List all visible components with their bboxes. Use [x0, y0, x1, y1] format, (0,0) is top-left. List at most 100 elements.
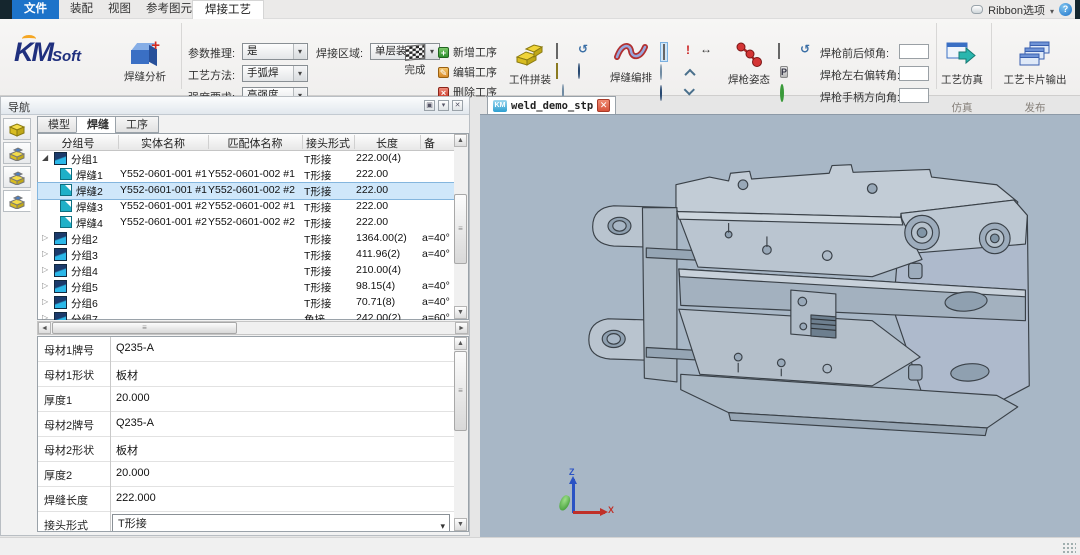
tree-hscroll-thumb[interactable] [52, 322, 237, 334]
prop-row[interactable]: 母材1牌号 Q235-A [38, 337, 454, 362]
collapse-ribbon-icon[interactable] [971, 5, 983, 14]
weld-table: 分组号 实体名称 匹配体名称 接头形式 长度 备 分组1 T形接 222.00(… [37, 133, 469, 320]
expander-icon[interactable] [42, 281, 48, 290]
param-method-combo[interactable]: 手弧焊 [242, 65, 308, 82]
edit-icon: ✎ [438, 67, 449, 78]
warning-icon[interactable]: ! [686, 43, 690, 57]
prop-row[interactable]: 母材2形状 板材 [38, 437, 454, 462]
panel-close-icon[interactable]: ✕ [452, 100, 463, 111]
expander-icon[interactable] [42, 265, 48, 274]
workpiece-assembly-button[interactable]: 工件拼装 [503, 41, 557, 87]
strip-part3-button[interactable] [3, 190, 31, 212]
table-row-weld4[interactable]: 焊缝4 Y552-0601-001 #2 Y552-0601-002 #2 T形… [38, 215, 454, 231]
window-frame-right [1075, 0, 1080, 19]
card-output-icon [1018, 41, 1052, 67]
card-output-button[interactable]: 工艺卡片输出 [996, 41, 1074, 87]
plan-undo-icon[interactable]: ↺ [578, 42, 588, 56]
ribbon-options-dropdown-icon[interactable] [1050, 3, 1054, 17]
scroll-down-icon[interactable] [454, 518, 467, 531]
table-row-group3[interactable]: 分组3 T形接 411.96(2) a=40° [38, 247, 454, 263]
torch-flag-icon[interactable] [778, 44, 780, 58]
table-row-weld2-selected[interactable]: 焊缝2 Y552-0601-001 #1 Y552-0601-002 #2 T形… [38, 183, 454, 199]
measure-icon[interactable]: ↔ [700, 43, 712, 55]
ribbon-options-button[interactable]: Ribbon选项 [988, 2, 1045, 18]
tab-weld[interactable]: 焊缝 [76, 116, 120, 133]
prop-row[interactable]: 焊缝长度 222.000 [38, 487, 454, 512]
table-row-group1[interactable]: 分组1 T形接 222.00(4) [38, 151, 454, 167]
panel-float-icon[interactable]: ▣ [424, 100, 435, 111]
tab-model[interactable]: 模型 [37, 116, 81, 133]
tree-hscrollbar[interactable] [37, 321, 469, 335]
torch-undo-icon[interactable]: ↺ [800, 42, 810, 56]
prop-row[interactable]: 厚度2 20.000 [38, 462, 454, 487]
scroll-left-icon[interactable] [38, 322, 51, 334]
arrange-ball-white-icon[interactable] [660, 65, 662, 79]
edit-operation-button[interactable]: ✎编辑工序 [438, 64, 497, 80]
document-close-icon[interactable]: ✕ [597, 99, 610, 112]
expander-icon[interactable] [42, 233, 48, 242]
weld-analysis-button[interactable]: + 焊缝分析 [118, 41, 172, 84]
table-row-group6[interactable]: 分组6 T形接 70.71(8) a=40° [38, 295, 454, 311]
joint-type-combo[interactable]: T形接 [112, 514, 450, 532]
arrange-flag-icon[interactable] [660, 42, 668, 62]
finish-button[interactable]: 完成 [398, 45, 432, 77]
resize-grip[interactable] [1062, 542, 1076, 553]
help-icon[interactable]: ? [1059, 3, 1072, 16]
expander-icon[interactable] [42, 297, 48, 306]
prop-vscroll-thumb[interactable] [454, 351, 467, 431]
process-simulation-button[interactable]: 工艺仿真 [936, 41, 988, 87]
add-operation-button[interactable]: +新增工序 [438, 44, 497, 60]
scroll-up-icon[interactable] [454, 134, 467, 147]
col-entity[interactable]: 实体名称 [118, 135, 208, 151]
prop-row[interactable]: 母材1形状 板材 [38, 362, 454, 387]
scroll-right-icon[interactable] [455, 322, 468, 334]
torch-pitch-input[interactable] [899, 44, 929, 59]
torch-paint-icon[interactable]: P [780, 64, 788, 78]
prop-vscrollbar[interactable] [454, 337, 468, 531]
table-row-group2[interactable]: 分组2 T形接 1364.00(2) a=40° [38, 231, 454, 247]
viewport: KM weld_demo_stp ✕ [480, 96, 1080, 537]
table-row-group4[interactable]: 分组4 T形接 210.00(4) [38, 263, 454, 279]
col-mate[interactable]: 匹配体名称 [208, 135, 302, 151]
menu-tab-weld-process[interactable]: 焊接工艺 [192, 0, 264, 19]
torch-yaw-input[interactable] [899, 66, 929, 81]
table-row-group5[interactable]: 分组5 T形接 98.15(4) a=40° [38, 279, 454, 295]
expander-icon[interactable] [42, 249, 48, 258]
col-group[interactable]: 分组号 [38, 135, 118, 151]
navigator-title: 导航 [8, 99, 30, 115]
table-row-weld1[interactable]: 焊缝1 Y552-0601-001 #1 Y552-0601-002 #1 T形… [38, 167, 454, 183]
move-up-icon[interactable] [686, 66, 694, 80]
expander-icon[interactable] [42, 153, 48, 162]
scroll-up-icon[interactable] [454, 337, 467, 350]
panel-pin-icon[interactable]: ▾ [438, 100, 449, 111]
plan-flag-icon[interactable] [556, 44, 558, 58]
document-tab[interactable]: KM weld_demo_stp ✕ [487, 96, 616, 114]
col-length[interactable]: 长度 [354, 135, 420, 151]
spray-icon[interactable] [556, 64, 558, 78]
menu-tab-file[interactable]: 文件 [12, 0, 59, 19]
navigator-panel: 导航 ▣ ▾ ✕ 模型 焊缝 工序 分组号 实体名称 匹配体名称 接头形式 长度… [0, 96, 470, 536]
prop-row-joint-type[interactable]: 接头形式 T形接 [38, 512, 454, 532]
col-remark[interactable]: 备 [420, 135, 454, 151]
3d-model[interactable] [585, 153, 1035, 475]
table-row-weld3[interactable]: 焊缝3 Y552-0601-001 #2 Y552-0601-002 #1 T形… [38, 199, 454, 215]
strip-part1-button[interactable] [3, 142, 31, 164]
table-row-group7[interactable]: 分组7 角接 242.00(2) a=60° [38, 311, 454, 320]
col-joint[interactable]: 接头形式 [302, 135, 354, 151]
prop-row[interactable]: 母材2牌号 Q235-A [38, 412, 454, 437]
strip-part2-button[interactable] [3, 166, 31, 188]
prop-row[interactable]: 厚度1 20.000 [38, 387, 454, 412]
finish-flag-icon [405, 44, 425, 61]
tree-vscroll-thumb[interactable] [454, 194, 467, 264]
weld-icon [60, 216, 72, 228]
weld-arrange-button[interactable]: 焊缝编排 [604, 41, 658, 85]
tab-process[interactable]: 工序 [115, 116, 159, 133]
strip-model-cube-button[interactable] [3, 118, 31, 140]
3d-canvas[interactable]: Z X [480, 114, 1080, 537]
scroll-down-icon[interactable] [454, 306, 467, 319]
torch-pose-button[interactable]: 焊枪姿态 [726, 41, 772, 87]
tree-vscrollbar[interactable] [454, 134, 468, 319]
param-infer-combo[interactable]: 是 [242, 43, 308, 60]
plan-ball-blue-icon[interactable] [578, 64, 580, 78]
expander-icon[interactable] [42, 313, 48, 320]
